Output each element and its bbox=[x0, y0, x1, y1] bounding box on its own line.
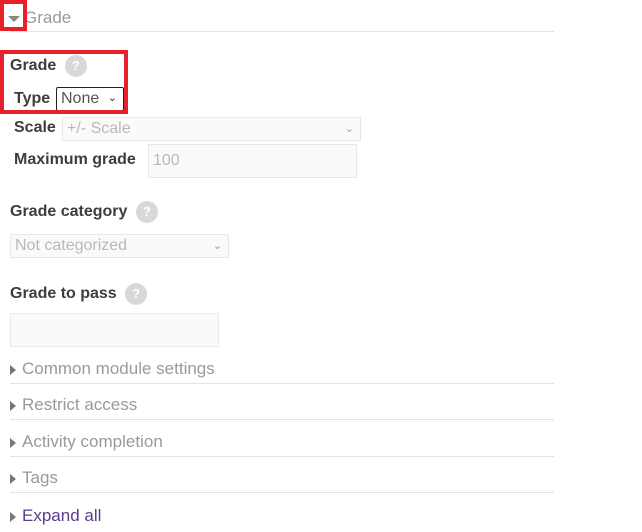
chevron-down-icon: ⌄ bbox=[344, 123, 354, 135]
section-common-module-settings[interactable]: Common module settings bbox=[10, 359, 215, 379]
grade-to-pass-label-row: Grade to pass ? bbox=[10, 283, 148, 305]
scale-select[interactable]: +/- Scale ⌄ bbox=[62, 117, 361, 141]
help-icon[interactable]: ? bbox=[125, 283, 148, 305]
divider bbox=[10, 492, 554, 493]
section-activity-completion[interactable]: Activity completion bbox=[10, 432, 163, 452]
expand-all-link[interactable]: Expand all bbox=[10, 506, 101, 526]
caret-right-icon bbox=[10, 364, 16, 375]
divider bbox=[10, 456, 554, 457]
caret-right-icon bbox=[10, 473, 16, 484]
max-grade-label: Maximum grade bbox=[14, 151, 136, 168]
scale-label: Scale bbox=[14, 119, 56, 136]
divider bbox=[10, 31, 554, 32]
grade-category-label-row: Grade category ? bbox=[10, 201, 158, 223]
expand-all-label: Expand all bbox=[22, 506, 102, 525]
section-label: Activity completion bbox=[22, 432, 163, 451]
section-label: Tags bbox=[22, 468, 58, 487]
max-grade-input[interactable]: 100 bbox=[148, 144, 357, 178]
section-label: Common module settings bbox=[22, 359, 215, 378]
caret-right-icon bbox=[10, 437, 16, 448]
grade-category-value: Not categorized bbox=[15, 237, 128, 254]
section-restrict-access[interactable]: Restrict access bbox=[10, 395, 137, 415]
help-icon[interactable]: ? bbox=[135, 201, 158, 223]
grade-category-label: Grade category bbox=[10, 203, 128, 220]
max-grade-value: 100 bbox=[153, 152, 180, 169]
caret-right-icon bbox=[10, 511, 16, 522]
grade-category-select[interactable]: Not categorized ⌄ bbox=[10, 234, 229, 258]
chevron-down-icon: ⌄ bbox=[212, 240, 222, 252]
grade-to-pass-input[interactable] bbox=[10, 313, 219, 347]
highlight-box-toggle bbox=[0, 0, 27, 31]
caret-right-icon bbox=[10, 400, 16, 411]
divider bbox=[10, 383, 554, 384]
section-label: Restrict access bbox=[22, 395, 138, 414]
scale-value: +/- Scale bbox=[67, 120, 131, 137]
highlight-box-grade-type bbox=[0, 50, 128, 114]
section-title: Grade bbox=[24, 8, 72, 27]
divider bbox=[10, 419, 554, 420]
grade-to-pass-label: Grade to pass bbox=[10, 285, 117, 302]
section-tags[interactable]: Tags bbox=[10, 468, 58, 488]
